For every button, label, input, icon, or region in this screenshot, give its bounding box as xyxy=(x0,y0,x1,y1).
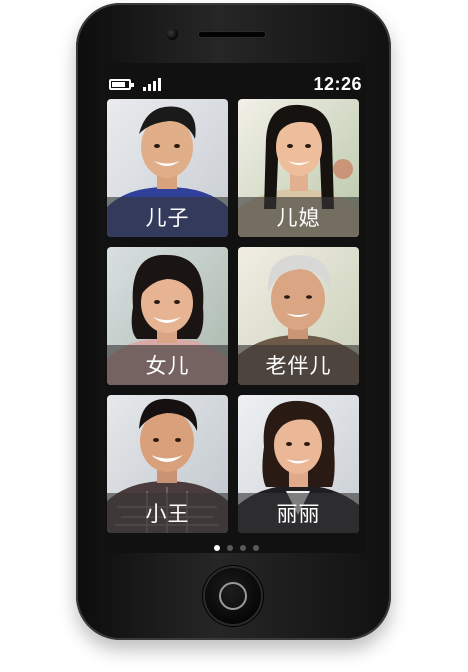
contact-tile-2[interactable]: 儿媳 xyxy=(238,99,359,237)
page-dot-3[interactable] xyxy=(239,545,246,551)
front-camera xyxy=(165,27,179,41)
contact-tile-4[interactable]: 老伴儿 xyxy=(238,247,359,385)
contact-name: 儿子 xyxy=(107,197,228,237)
status-bar: 12:26 xyxy=(105,67,367,97)
status-time: 12:26 xyxy=(313,74,362,94)
signal-icon xyxy=(143,77,165,91)
battery-level-fill xyxy=(112,82,125,87)
contact-tile-3[interactable]: 女儿 xyxy=(107,247,228,385)
phone-device: 12:26 儿子 儿媳 女儿 老伴儿 小王 丽丽 xyxy=(76,3,391,640)
page-dot-2[interactable] xyxy=(226,545,233,551)
contact-grid: 儿子 儿媳 女儿 老伴儿 小王 丽丽 xyxy=(107,99,361,533)
contact-tile-6[interactable]: 丽丽 xyxy=(238,395,359,533)
home-button[interactable] xyxy=(203,566,263,626)
contact-name: 小王 xyxy=(107,493,228,533)
page-dot-4[interactable] xyxy=(252,545,259,551)
phone-screen: 12:26 儿子 儿媳 女儿 老伴儿 小王 丽丽 xyxy=(105,63,367,553)
contact-name: 老伴儿 xyxy=(238,345,359,385)
page-indicator[interactable] xyxy=(105,545,367,553)
contact-name: 丽丽 xyxy=(238,493,359,533)
contact-name: 女儿 xyxy=(107,345,228,385)
page-dot-1[interactable] xyxy=(213,545,220,551)
home-icon xyxy=(219,582,247,610)
contact-name: 儿媳 xyxy=(238,197,359,237)
earpiece-speaker xyxy=(198,31,266,38)
contact-tile-1[interactable]: 儿子 xyxy=(107,99,228,237)
battery-icon xyxy=(109,79,134,90)
contact-tile-5[interactable]: 小王 xyxy=(107,395,228,533)
